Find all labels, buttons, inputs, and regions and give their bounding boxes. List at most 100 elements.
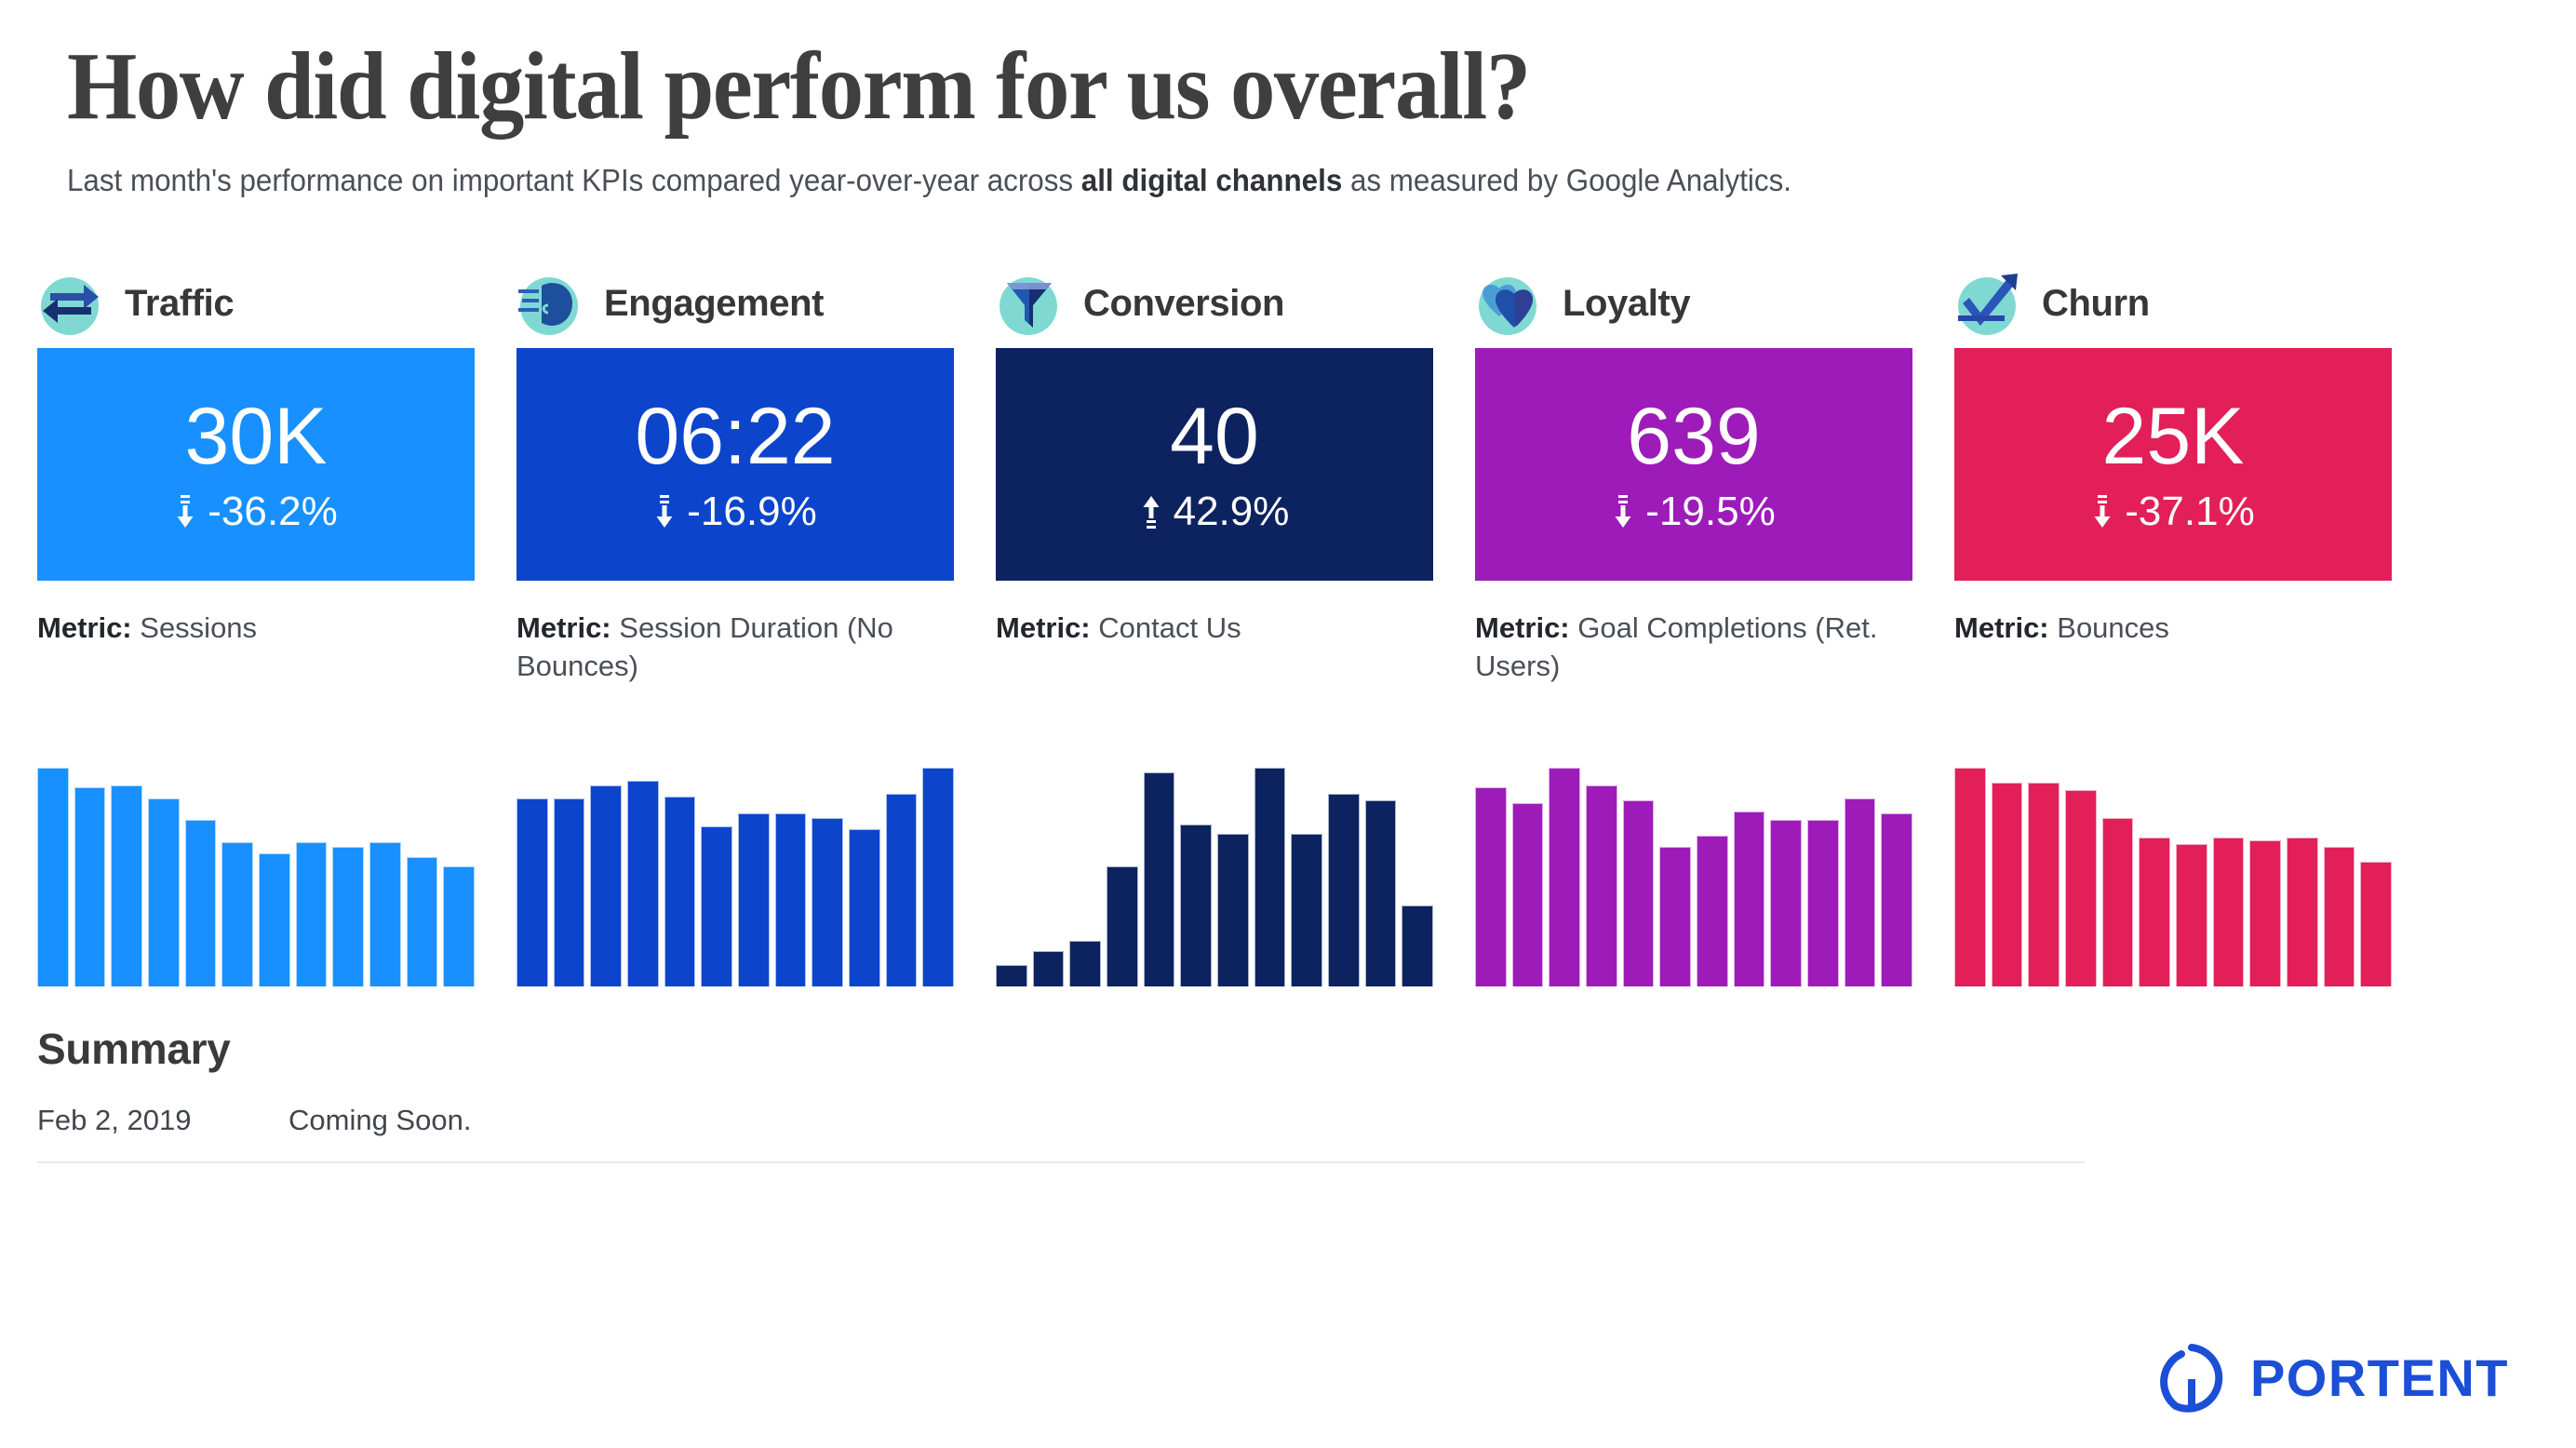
metric-value-churn: Bounces [2057,611,2169,644]
arrow-down-icon [2091,493,2113,530]
bar [1549,768,1581,986]
bar [2323,846,2355,986]
kpi-metric-conversion: Metric: Contact Us [996,609,1433,647]
kpi-value-traffic: 30K [184,392,328,481]
bar [2065,789,2097,986]
summary-heading: Summary [37,1025,231,1073]
bar [1364,800,1397,986]
arrow-down-icon [653,493,676,530]
bar [1881,813,1913,986]
bar [1733,811,1765,986]
kpi-title-traffic: Traffic [125,282,235,324]
summary-section: Summary Feb 2, 2019 Coming Soon. [37,1024,2085,1163]
bar [1770,820,1803,986]
kpi-title-loyalty: Loyalty [1563,282,1691,324]
bar [1402,905,1434,986]
brand-logo: PORTENT [2157,1344,2509,1413]
bar [849,828,880,986]
kpi-metric-loyalty: Metric: Goal Completions (Ret. Users) [1475,609,1912,685]
summary-row: Feb 2, 2019 Coming Soon. [37,1104,2085,1163]
bar [1217,833,1249,986]
bar [2212,838,2245,986]
kpi-header-engagement: Engagement [517,259,954,348]
kpi-value-churn: 25K [2101,392,2245,481]
kpi-column-conversion: Conversion 40 42.9% Metric: Contact Us [996,259,1433,685]
kpi-column-loyalty: Loyalty 639 -19.5% Metric: Goal Completi… [1475,259,1912,685]
kpi-card-loyalty[interactable]: 639 -19.5% [1475,348,1912,581]
bar [590,784,623,986]
bar [1107,865,1138,986]
metric-label-conversion: Metric: [996,611,1091,644]
bar [996,964,1027,986]
kpi-delta-loyalty: -19.5% [1612,491,1776,532]
metric-label-traffic: Metric: [37,611,132,644]
dashboard-page: How did digital perform for us overall? … [0,0,2576,1448]
bar [1844,798,1876,986]
kpi-delta-churn: -37.1% [2091,489,2255,534]
bar [295,841,328,986]
subtitle-part-1: Last month's performance on important KP… [67,163,1081,198]
bar [774,813,807,986]
metric-label-loyalty: Metric: [1475,611,1570,644]
bar [1511,802,1544,986]
bar [812,818,844,986]
kpi-header-conversion: Conversion [996,259,1433,348]
kpi-delta-text-churn: -37.1% [2125,489,2255,534]
kpi-metric-traffic: Metric: Sessions [37,609,475,647]
bar [517,798,548,986]
kpi-column-engagement: Engagement 06:22 -16.9% Metric: Session … [517,259,954,685]
kpi-card-engagement[interactable]: 06:22 -16.9% [517,348,954,581]
kpi-card-conversion[interactable]: 40 42.9% [996,348,1433,581]
kpi-value-conversion: 40 [1170,392,1259,481]
kpi-delta-engagement: -16.9% [653,491,817,532]
bar [2360,862,2393,986]
head-profile-icon [517,270,584,337]
bar [1586,784,1617,986]
bar [1659,846,1692,986]
bar [1807,820,1839,986]
kpi-delta-conversion: 42.9% [1140,491,1289,532]
bar [738,813,770,986]
kpi-value-loyalty: 639 [1627,392,1761,481]
kpi-value-engagement: 06:22 [635,392,836,481]
kpi-title-churn: Churn [2042,282,2150,324]
sparkline-chart-conversion [996,768,1434,986]
bar [221,841,254,986]
kpi-card-churn[interactable]: 25K -37.1% [1954,348,2392,581]
bar [664,796,696,986]
bar [922,768,955,986]
summary-text: Coming Soon. [288,1104,472,1136]
bar [2249,839,2282,986]
bar [1991,783,2023,986]
page-title: How did digital perform for us overall? [67,33,1531,140]
sparkline-chart-loyalty [1475,768,1913,986]
sparkline-row [37,768,2429,986]
bar [2287,838,2318,986]
funnel-icon [996,270,1063,337]
bar [553,798,585,986]
kpi-delta-text-traffic: -36.2% [208,489,338,534]
kpi-grid: Traffic 30K -36.2% Metric: Sessions Enga… [37,259,2429,685]
bar [184,820,217,986]
bar [148,798,180,986]
metric-value-conversion: Contact Us [1098,611,1241,644]
sparkline-chart-churn [1954,768,2393,986]
bar [406,857,438,986]
kpi-card-traffic[interactable]: 30K -36.2% [37,348,475,581]
check-arrow-icon [1954,270,2021,337]
exchange-arrows-icon [37,270,104,337]
kpi-column-traffic: Traffic 30K -36.2% Metric: Sessions [37,259,475,685]
subtitle-part-2: as measured by Google Analytics. [1342,163,1791,198]
bar [369,841,401,986]
bar [885,794,918,986]
bar [1180,825,1213,986]
arrow-down-icon [174,493,196,530]
bar [2101,818,2134,986]
bar [2028,783,2060,986]
bar [1143,771,1175,986]
bar [1475,787,1507,986]
summary-date: Feb 2, 2019 [37,1104,192,1136]
bar [1954,768,1986,986]
bar [627,781,659,986]
bar [37,768,69,986]
